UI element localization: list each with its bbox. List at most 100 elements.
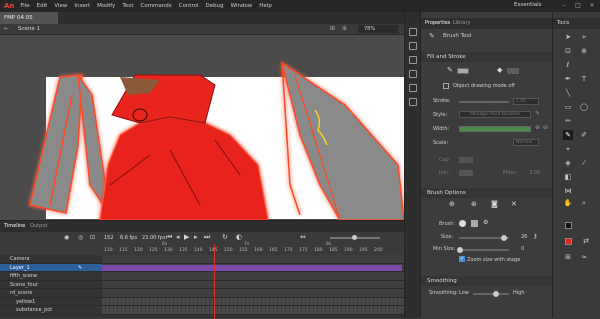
minimize-icon[interactable]: – bbox=[560, 2, 568, 10]
workspace-switcher[interactable]: Essentials bbox=[514, 2, 542, 8]
brush-tool-icon-selected[interactable]: ✎ bbox=[563, 130, 573, 140]
onion-skin-icon[interactable]: ◐ bbox=[236, 233, 242, 241]
pencil-icon[interactable]: ✎ bbox=[78, 264, 82, 273]
playhead[interactable] bbox=[214, 244, 215, 319]
menu-view[interactable]: View bbox=[54, 3, 67, 9]
align-icon[interactable] bbox=[409, 56, 417, 64]
stroke-color-swatch[interactable] bbox=[457, 68, 469, 74]
cap-dropdown[interactable] bbox=[459, 157, 473, 163]
transform-icon[interactable] bbox=[409, 70, 417, 78]
menu-edit[interactable]: Edit bbox=[37, 3, 48, 9]
style-dropdown[interactable]: Manage Paint Brushes bbox=[459, 111, 531, 118]
frame-row[interactable] bbox=[102, 297, 404, 306]
menu-control[interactable]: Control bbox=[179, 3, 199, 9]
oval-tool-icon[interactable]: ◯ bbox=[579, 102, 589, 112]
swap-colors-icon[interactable]: ⇄ bbox=[581, 236, 591, 246]
text-tool-icon[interactable]: T bbox=[579, 74, 589, 84]
edit-width-icon[interactable]: ⊕ bbox=[535, 124, 540, 131]
smoothing-slider[interactable] bbox=[473, 293, 509, 295]
timeline-ruler[interactable]: 6s 7s 8s 110 115 120 125 130 135 140 145… bbox=[0, 242, 404, 255]
time-readout[interactable]: 23.00 fps bbox=[142, 235, 165, 241]
layer-row-selected[interactable]: Layer_1 ✎ bbox=[0, 263, 102, 273]
stroke-input[interactable]: 1.00 bbox=[513, 98, 539, 105]
swatches-icon[interactable] bbox=[409, 42, 417, 50]
frame-row[interactable] bbox=[102, 263, 404, 272]
lock-icon[interactable]: ⊡ bbox=[90, 234, 95, 241]
brush-shape-square[interactable] bbox=[471, 220, 478, 227]
fill-stroke-header[interactable]: Fill and Stroke bbox=[421, 52, 553, 62]
menu-file[interactable]: File bbox=[20, 3, 29, 9]
layer-name[interactable]: Layer_1 bbox=[0, 265, 30, 271]
frame-row[interactable] bbox=[102, 289, 404, 298]
first-frame-icon[interactable]: ⏮ bbox=[166, 233, 172, 242]
menu-help[interactable]: Help bbox=[259, 3, 272, 9]
frame-row[interactable] bbox=[102, 306, 404, 315]
scale-dropdown[interactable]: Normal bbox=[513, 139, 539, 146]
brush-mode-icon[interactable]: ⊕ bbox=[449, 200, 455, 208]
edit-symbol-icon[interactable]: ⊕ bbox=[342, 25, 347, 32]
join-dropdown[interactable] bbox=[459, 170, 473, 176]
miter-value[interactable]: 3.00 bbox=[529, 170, 540, 176]
stroke-color-icon[interactable]: ✎ bbox=[447, 66, 453, 74]
eyedropper-tool-icon[interactable]: ⁄ bbox=[579, 158, 589, 168]
layer-name[interactable]: substance_pot bbox=[0, 307, 52, 313]
brush-tilt-icon[interactable]: ◙ bbox=[491, 200, 498, 208]
free-transform-tool-icon[interactable]: ⊡ bbox=[563, 46, 573, 56]
zoom-size-checkbox[interactable]: ✓ bbox=[459, 256, 465, 262]
zoom-tool-icon[interactable]: ⌕ bbox=[579, 198, 589, 208]
3d-rotation-tool-icon[interactable]: ⊗ bbox=[579, 46, 589, 56]
menu-modify[interactable]: Modify bbox=[97, 3, 115, 9]
prev-frame-icon[interactable]: ◂ bbox=[176, 233, 180, 241]
fill-color-swatch[interactable] bbox=[507, 68, 519, 74]
paint-bucket-tool-icon[interactable]: ◈ bbox=[563, 158, 573, 168]
layer-name[interactable]: yellow1 bbox=[0, 299, 35, 305]
menu-text[interactable]: Text bbox=[122, 3, 133, 9]
layer-name[interactable]: Scene_four bbox=[0, 282, 38, 288]
smoothing-knob[interactable] bbox=[493, 291, 499, 297]
maximize-icon[interactable]: □ bbox=[574, 2, 582, 10]
scene-name[interactable]: Scene 1 bbox=[18, 26, 40, 32]
tab-output[interactable]: Output bbox=[30, 223, 47, 229]
snap-icon[interactable]: ⊞ bbox=[563, 252, 573, 262]
brush-smoothing-icon[interactable]: ✕ bbox=[511, 200, 517, 208]
size-value[interactable]: 26 bbox=[521, 234, 527, 240]
width-profile[interactable] bbox=[459, 126, 531, 132]
brush-pressure-icon[interactable]: ⊛ bbox=[471, 200, 477, 208]
layer-row[interactable]: Scene_four bbox=[0, 281, 102, 289]
play-icon[interactable]: ▶ bbox=[184, 233, 189, 241]
layer-name[interactable]: fifth_scene bbox=[0, 273, 37, 279]
min-size-slider[interactable] bbox=[459, 249, 509, 251]
pen-tool-icon[interactable]: ✒ bbox=[563, 74, 573, 84]
menu-commands[interactable]: Commands bbox=[140, 3, 171, 9]
tab-properties[interactable]: Properties bbox=[425, 20, 450, 26]
min-size-value[interactable]: 0 bbox=[521, 246, 524, 252]
frame-zoom-knob[interactable] bbox=[352, 235, 357, 240]
color-icon[interactable] bbox=[409, 28, 417, 36]
brush-library-icon[interactable]: ✎ bbox=[535, 110, 540, 117]
fill-color-chip[interactable] bbox=[565, 238, 572, 245]
stage-area[interactable] bbox=[0, 35, 404, 220]
frame-row[interactable] bbox=[102, 280, 404, 289]
size-lock-icon[interactable]: ⚷ bbox=[533, 233, 537, 240]
camera-icon[interactable]: ◉ bbox=[64, 234, 69, 241]
frame-row[interactable] bbox=[102, 255, 404, 264]
loop-icon[interactable]: ↻ bbox=[222, 233, 228, 241]
lasso-tool-icon[interactable]: ℓ bbox=[563, 60, 573, 70]
layer-row[interactable]: yellow1 bbox=[0, 298, 102, 306]
line-tool-icon[interactable]: ╲ bbox=[563, 88, 573, 98]
frame-rate[interactable]: 6.6 fps bbox=[120, 235, 137, 241]
eraser-tool-icon[interactable]: ◧ bbox=[563, 172, 573, 182]
layer-row[interactable]: fifth_scene bbox=[0, 272, 102, 281]
frame-row[interactable] bbox=[102, 272, 404, 281]
layer-row[interactable]: substance_pot bbox=[0, 306, 102, 315]
size-slider-knob[interactable] bbox=[501, 235, 507, 241]
tab-library[interactable]: Library bbox=[453, 20, 470, 26]
tab-timeline[interactable]: Timeline bbox=[4, 223, 25, 229]
edit-scene-icon[interactable]: ⊞ bbox=[330, 25, 335, 32]
menu-insert[interactable]: Insert bbox=[74, 3, 90, 9]
zoom-dropdown[interactable]: 78% bbox=[358, 25, 398, 33]
selection-tool-icon[interactable]: ➤ bbox=[563, 32, 573, 42]
delete-width-icon[interactable]: ⊖ bbox=[543, 124, 548, 131]
fill-color-icon[interactable]: ◆ bbox=[497, 66, 502, 74]
next-frame-icon[interactable]: ▸ bbox=[194, 233, 198, 241]
